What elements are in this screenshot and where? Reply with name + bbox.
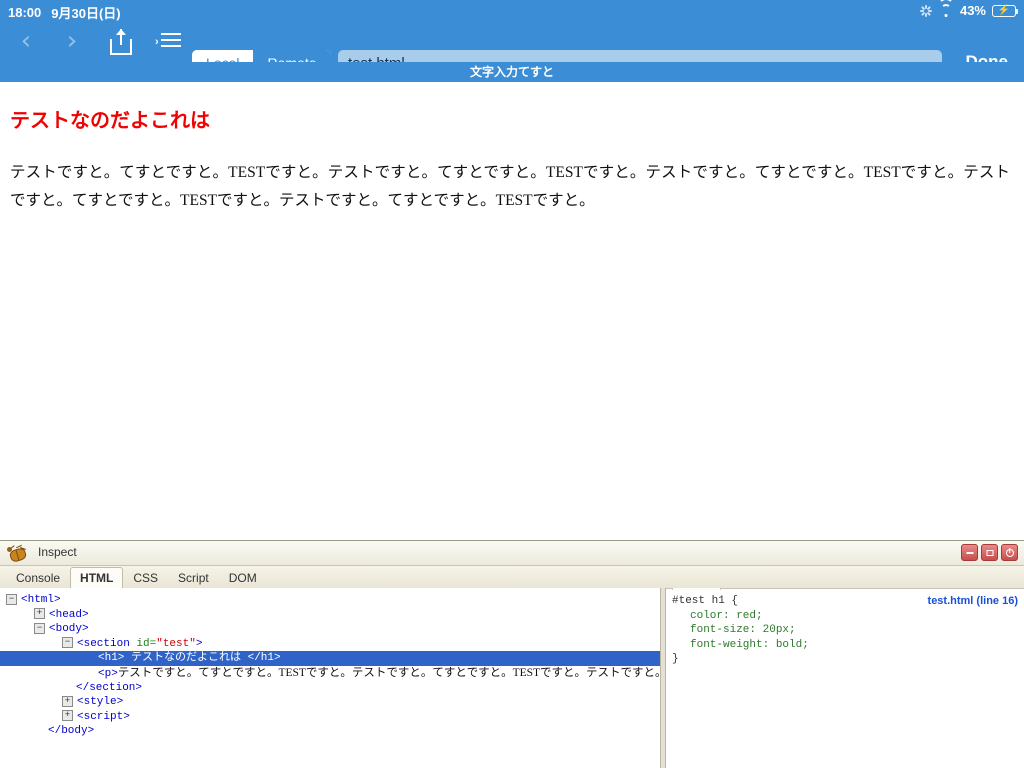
dom-node-head[interactable]: + <head> <box>0 608 660 623</box>
collapse-toggle-html[interactable]: − <box>6 593 17 605</box>
dom-tree-pane[interactable]: − <html> + <head> − <body> − <section id="te… <box>0 588 660 768</box>
browser-toolbar: ‹ › › Local Remote test.html Done <box>0 22 1024 78</box>
dom-node-body[interactable]: − <body> <box>0 622 660 637</box>
inspector-titlebar: Inspect <box>0 541 1024 566</box>
dom-node-style[interactable]: + <style> <box>0 695 660 710</box>
dom-node-script-label: <script> <box>77 710 130 723</box>
inspector-tabbar: Console HTML CSS Script DOM <box>0 566 1024 590</box>
dom-node-p-text: テストですと。てすとですと。TESTですと。テストですと。てすとですと。TEST… <box>117 666 660 679</box>
status-bar-left: 18:00 9月30日(日) <box>8 3 121 22</box>
dom-node-html-label: <html> <box>21 594 61 606</box>
page-paragraph: テストですと。てすとですと。TESTですと。テストですと。てすとですと。TEST… <box>10 164 1010 209</box>
tab-css[interactable]: CSS <box>123 567 168 590</box>
dom-node-head-label: <head> <box>49 608 89 621</box>
css-declaration-font-weight[interactable]: font-weight: bold; <box>672 638 1024 653</box>
window-buttons <box>961 544 1018 561</box>
inspector-body: − <html> + <head> − <body> − <section id="te… <box>0 588 1024 768</box>
dom-node-body-label: <body> <box>49 623 89 635</box>
dom-node-p[interactable]: <p>テストですと。てすとですと。TESTですと。テストですと。てすとですと。T… <box>0 666 660 681</box>
battery-percent-label: 43% <box>959 3 986 18</box>
status-time: 18:00 <box>8 5 42 20</box>
inspect-label: Inspect <box>38 545 77 559</box>
dom-node-h1-label: <h1> テストなのだよこれは </h1> <box>98 652 281 664</box>
dom-node-html[interactable]: − <html> <box>0 593 660 608</box>
dom-node-body-end: </body> <box>0 724 660 739</box>
status-date: 9月30日(日) <box>51 6 121 21</box>
status-bar: 18:00 9月30日(日) 43% ⚡ <box>0 0 1024 22</box>
wifi-icon <box>938 3 954 17</box>
expand-toggle-style[interactable]: + <box>62 695 73 707</box>
restore-button[interactable] <box>981 544 998 561</box>
web-inspector-panel: Inspect Console HTML CSS Script DOM − <html> … <box>0 540 1024 768</box>
dom-node-section-attr-value: "test" <box>156 637 196 650</box>
tab-dom[interactable]: DOM <box>219 567 267 590</box>
page-heading: テストなのだよこれは <box>10 110 210 132</box>
dom-node-section-bracket: > <box>195 637 203 650</box>
dom-node-body-end-label: </body> <box>48 725 95 737</box>
style-pane: StyleComputedDOM test.html (line 16) #te… <box>666 588 1024 768</box>
css-close-brace: } <box>672 653 679 665</box>
dom-node-h1-selected[interactable]: <h1> テストなのだよこれは </h1> <box>0 651 660 666</box>
dom-node-style-label: <style> <box>77 696 124 708</box>
safari-web-inspector-screen: 18:00 9月30日(日) 43% ⚡ ‹ › › 文字入力てすと テストなの… <box>0 0 1024 768</box>
collapse-toggle-body[interactable]: − <box>34 622 45 634</box>
dom-node-script[interactable]: + <script> <box>0 710 660 725</box>
dom-node-section-tag: <section <box>77 637 130 650</box>
minimize-button[interactable] <box>961 544 978 561</box>
dom-node-section-end-label: </section> <box>76 681 143 694</box>
tab-script[interactable]: Script <box>168 567 219 590</box>
dom-tree: − <html> + <head> − <body> − <section id="te… <box>0 588 660 739</box>
collapse-toggle-section[interactable]: − <box>62 637 73 649</box>
expand-toggle-script[interactable]: + <box>62 710 73 722</box>
dom-node-section[interactable]: − <section id="test"> <box>0 637 660 652</box>
css-declaration-font-size[interactable]: font-size: 20px; <box>672 623 1024 638</box>
tab-console[interactable]: Console <box>6 567 70 590</box>
css-rule-view: test.html (line 16) #test h1 { color: re… <box>666 588 1024 667</box>
share-icon[interactable] <box>110 29 134 55</box>
source-lines-icon[interactable]: › <box>155 33 181 51</box>
dom-node-section-end: </section> <box>0 681 660 696</box>
css-source-link[interactable]: test.html (line 16) <box>928 594 1018 609</box>
forward-button[interactable]: › <box>60 28 84 54</box>
close-button[interactable] <box>1001 544 1018 561</box>
status-bar-right: 43% ⚡ <box>919 3 1018 18</box>
page-title-bar: 文字入力てすと <box>0 62 1024 82</box>
activity-spinner-icon <box>919 4 932 17</box>
expand-toggle-head[interactable]: + <box>34 608 45 620</box>
battery-charging-icon: ⚡ <box>992 4 1018 17</box>
css-declaration-color[interactable]: color: red; <box>672 609 1024 624</box>
back-button[interactable]: ‹ <box>14 28 38 54</box>
firebug-bug-icon <box>6 543 28 563</box>
dom-node-section-attr-name: id= <box>129 637 157 650</box>
tab-html[interactable]: HTML <box>70 567 124 590</box>
web-content-area: テストなのだよこれは テストですと。てすとですと。TESTですと。テストですと。… <box>0 82 1024 540</box>
dom-node-p-open: <p> <box>98 667 118 680</box>
